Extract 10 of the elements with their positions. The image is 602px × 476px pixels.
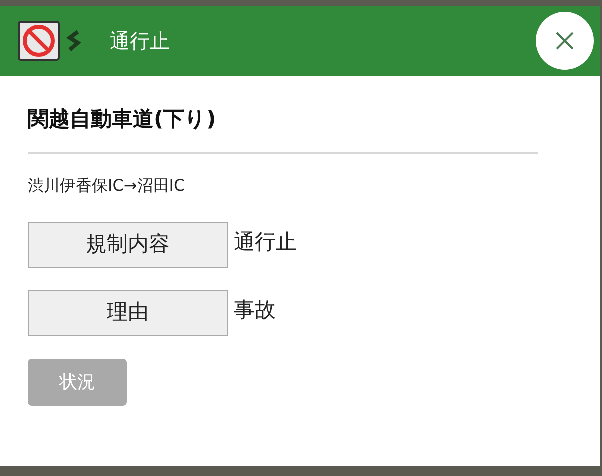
curve-road-icon [66,29,82,53]
no-entry-icon [18,21,60,61]
detail-value: 事故 [234,297,276,324]
close-icon [555,31,575,51]
detail-label: 規制内容 [28,222,228,268]
road-section: 渋川伊香保IC→沼田IC [28,174,572,198]
detail-label: 理由 [28,290,228,336]
detail-value: 通行止 [234,229,297,256]
road-name: 関越自動車道(下り) [28,106,218,133]
header-title: 通行止 [110,28,170,55]
